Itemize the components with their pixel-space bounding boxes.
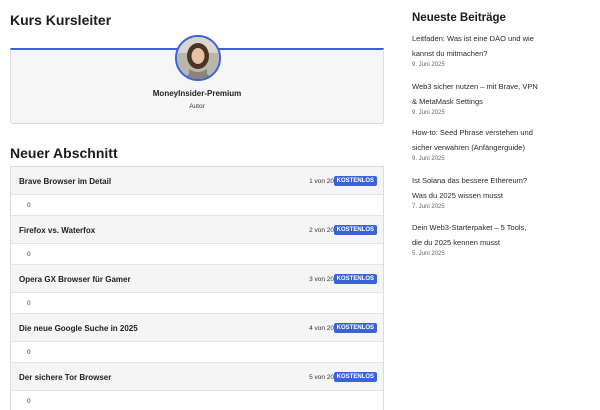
avatar-photo-icon bbox=[177, 37, 219, 79]
lesson-count: 5 von 20 bbox=[309, 374, 334, 381]
instructor-role: Autor bbox=[189, 103, 205, 110]
list-item: Ist Solana das bessere Ethereum? Was du … bbox=[412, 173, 592, 210]
post-link[interactable]: Leitfaden: Was ist eine DAO und wie kann… bbox=[412, 31, 592, 61]
list-item: Dein Web3-Starterpaket – 5 Tools, die du… bbox=[412, 220, 592, 257]
post-link[interactable]: Dein Web3-Starterpaket – 5 Tools, die du… bbox=[412, 220, 592, 250]
list-item[interactable]: Die neue Google Suche in 2025 4 von 20 K… bbox=[11, 314, 383, 363]
free-badge: KOSTENLOS bbox=[333, 225, 377, 235]
free-badge: KOSTENLOS bbox=[333, 176, 377, 186]
post-date: 9. Juni 2025 bbox=[412, 62, 445, 68]
lesson-title[interactable]: Die neue Google Suche in 2025 bbox=[19, 324, 138, 333]
lesson-value: 0 bbox=[27, 398, 31, 405]
post-date: 9. Juni 2025 bbox=[412, 110, 445, 116]
post-title-line[interactable]: Leitfaden: Was ist eine DAO und wie bbox=[412, 31, 592, 46]
post-date: 7. Juni 2025 bbox=[412, 204, 445, 210]
list-item: How-to: Seed Phrase verstehen und sicher… bbox=[412, 125, 592, 162]
list-item[interactable]: Firefox vs. Waterfox 2 von 20 KOSTENLOS … bbox=[11, 216, 383, 265]
lesson-count: 4 von 20 bbox=[309, 325, 334, 332]
lesson-value: 0 bbox=[27, 251, 31, 258]
lesson-value: 0 bbox=[27, 349, 31, 356]
list-item[interactable]: Brave Browser im Detail 1 von 20 KOSTENL… bbox=[11, 167, 383, 216]
post-title-line[interactable]: Was du 2025 wissen musst bbox=[412, 188, 592, 203]
lesson-title[interactable]: Opera GX Browser für Gamer bbox=[19, 275, 131, 284]
lesson-header[interactable]: Firefox vs. Waterfox 2 von 20 KOSTENLOS bbox=[11, 216, 383, 244]
lesson-count: 3 von 20 bbox=[309, 276, 334, 283]
post-link[interactable]: Web3 sicher nutzen – mit Brave, VPN & Me… bbox=[412, 79, 592, 109]
list-item[interactable]: Opera GX Browser für Gamer 3 von 20 KOST… bbox=[11, 265, 383, 314]
post-title-line[interactable]: & MetaMask Settings bbox=[412, 94, 592, 109]
post-date: 5. Juni 2025 bbox=[412, 251, 445, 257]
lesson-body: 0 bbox=[11, 244, 383, 265]
lesson-header[interactable]: Opera GX Browser für Gamer 3 von 20 KOST… bbox=[11, 265, 383, 293]
post-link[interactable]: Ist Solana das bessere Ethereum? Was du … bbox=[412, 173, 592, 203]
lesson-count: 2 von 20 bbox=[309, 227, 334, 234]
list-item[interactable]: Der sichere Tor Browser 5 von 20 KOSTENL… bbox=[11, 363, 383, 410]
lesson-count: 1 von 20 bbox=[309, 178, 334, 185]
lesson-title[interactable]: Firefox vs. Waterfox bbox=[19, 226, 95, 235]
lesson-body: 0 bbox=[11, 195, 383, 216]
lesson-header[interactable]: Der sichere Tor Browser 5 von 20 KOSTENL… bbox=[11, 363, 383, 391]
lesson-title[interactable]: Brave Browser im Detail bbox=[19, 177, 111, 186]
post-link[interactable]: How-to: Seed Phrase verstehen und sicher… bbox=[412, 125, 592, 155]
post-title-line[interactable]: sicher verwahren (Anfängerguide) bbox=[412, 140, 592, 155]
free-badge: KOSTENLOS bbox=[333, 372, 377, 382]
instructor-heading: Kurs Kursleiter bbox=[10, 12, 112, 28]
recent-posts-heading: Neueste Beiträge bbox=[412, 12, 506, 24]
lesson-value: 0 bbox=[27, 202, 31, 209]
lesson-title[interactable]: Der sichere Tor Browser bbox=[19, 373, 111, 382]
avatar[interactable] bbox=[175, 35, 221, 81]
post-date: 9. Juni 2025 bbox=[412, 156, 445, 162]
post-title-line[interactable]: die du 2025 kennen musst bbox=[412, 235, 592, 250]
post-title-line[interactable]: kannst du mitmachen? bbox=[412, 46, 592, 61]
free-badge: KOSTENLOS bbox=[333, 323, 377, 333]
lesson-value: 0 bbox=[27, 300, 31, 307]
post-title-line[interactable]: How-to: Seed Phrase verstehen und bbox=[412, 125, 592, 140]
instructor-name[interactable]: MoneyInsider-Premium bbox=[11, 89, 383, 98]
list-item: Leitfaden: Was ist eine DAO und wie kann… bbox=[412, 31, 592, 68]
post-title-line[interactable]: Web3 sicher nutzen – mit Brave, VPN bbox=[412, 79, 592, 94]
section-heading: Neuer Abschnitt bbox=[10, 145, 118, 161]
lesson-header[interactable]: Die neue Google Suche in 2025 4 von 20 K… bbox=[11, 314, 383, 342]
lesson-body: 0 bbox=[11, 391, 383, 410]
lesson-body: 0 bbox=[11, 342, 383, 363]
lesson-list: Brave Browser im Detail 1 von 20 KOSTENL… bbox=[10, 166, 384, 410]
post-title-line[interactable]: Dein Web3-Starterpaket – 5 Tools, bbox=[412, 220, 592, 235]
list-item: Web3 sicher nutzen – mit Brave, VPN & Me… bbox=[412, 79, 592, 116]
free-badge: KOSTENLOS bbox=[333, 274, 377, 284]
post-title-line[interactable]: Ist Solana das bessere Ethereum? bbox=[412, 173, 592, 188]
lesson-body: 0 bbox=[11, 293, 383, 314]
instructor-card: MoneyInsider-Premium Autor bbox=[10, 35, 384, 124]
lesson-header[interactable]: Brave Browser im Detail 1 von 20 KOSTENL… bbox=[11, 167, 383, 195]
